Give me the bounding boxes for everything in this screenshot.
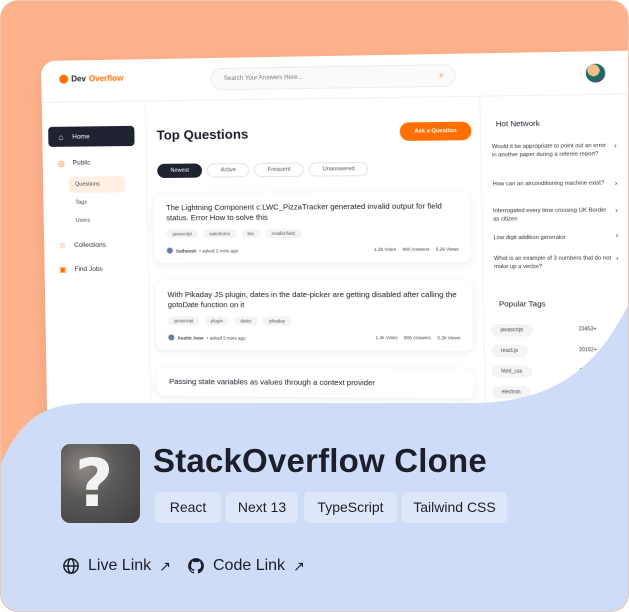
github-icon: [188, 558, 204, 574]
live-link[interactable]: Live Link ↗: [62, 556, 171, 576]
tech-badge: TypeScript: [304, 492, 397, 523]
project-thumbnail: ?: [61, 444, 140, 523]
code-link-label: Code Link: [213, 557, 286, 574]
tech-badge: Next 13: [226, 492, 298, 523]
arrow-up-right-icon: ↗: [159, 557, 171, 574]
project-card: Dev Overflow Search Your Answers Here... …: [0, 0, 629, 612]
arrow-up-right-icon: ↗: [293, 557, 305, 574]
project-title: StackOverflow Clone: [153, 442, 487, 479]
globe-icon: [63, 558, 79, 574]
tech-badge: React: [155, 492, 221, 523]
question-mark-icon: ?: [75, 445, 114, 522]
code-link[interactable]: Code Link ↗: [187, 556, 305, 576]
live-link-label: Live Link: [88, 557, 152, 574]
tech-badge: Tailwind CSS: [402, 492, 507, 523]
